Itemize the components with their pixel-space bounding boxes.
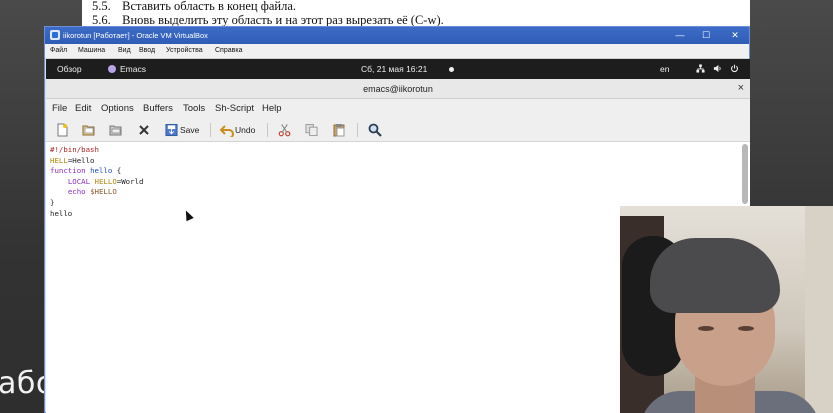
- save-button[interactable]: Save: [180, 125, 199, 135]
- power-icon[interactable]: [730, 64, 739, 73]
- volume-icon[interactable]: [713, 64, 722, 73]
- new-file-icon[interactable]: [55, 123, 69, 137]
- network-icon[interactable]: [696, 64, 705, 73]
- emacs-icon: [108, 65, 116, 73]
- vbox-menu-help[interactable]: Справка: [215, 47, 242, 54]
- code-text: =World: [116, 176, 144, 186]
- vbox-menu-devices[interactable]: Устройства: [166, 47, 203, 54]
- emacs-menu-sh-script[interactable]: Sh-Script: [215, 103, 254, 114]
- gnome-top-bar: Обзор Emacs Сб, 21 мая 16:21 en: [46, 59, 750, 79]
- vbox-menu-input[interactable]: Ввод: [139, 47, 155, 54]
- vbox-menubar: Файл Машина Вид Ввод Устройства Справка: [45, 44, 749, 59]
- webcam-eye: [698, 326, 714, 331]
- emacs-menu-tools[interactable]: Tools: [183, 103, 205, 114]
- document-line-number: 5.5.: [92, 0, 111, 13]
- app-menu-label: Emacs: [120, 64, 146, 74]
- vbox-menu-file[interactable]: Файл: [50, 47, 67, 54]
- emacs-menu-help[interactable]: Help: [262, 103, 282, 114]
- emacs-menu-buffers[interactable]: Buffers: [143, 103, 173, 114]
- search-icon[interactable]: [368, 123, 382, 137]
- document-line-text: Вновь выделить эту область и на этот раз…: [122, 13, 444, 27]
- webcam-overlay: [620, 206, 833, 413]
- vertical-scrollbar[interactable]: [742, 144, 748, 204]
- emacs-window-title: emacs@iikorotun: [363, 84, 433, 94]
- close-buffer-icon[interactable]: [138, 123, 150, 137]
- toolbar-separator: [267, 123, 268, 137]
- vbox-titlebar[interactable]: iikorotun [Работает] - Oracle VM Virtual…: [45, 27, 749, 44]
- activities-button[interactable]: Обзор: [57, 64, 82, 74]
- keyboard-layout[interactable]: en: [660, 64, 669, 74]
- emacs-menubar: File Edit Options Buffers Tools Sh-Scrip…: [46, 99, 750, 118]
- save-icon[interactable]: [165, 123, 178, 137]
- undo-icon[interactable]: [220, 123, 234, 137]
- toolbar-separator: [357, 123, 358, 137]
- cut-icon[interactable]: [278, 123, 291, 137]
- document-line-text: Вставить область в конец файла.: [122, 0, 296, 13]
- code-text: hello: [50, 208, 73, 218]
- vbox-menu-machine[interactable]: Машина: [78, 47, 105, 54]
- minimize-button[interactable]: —: [673, 29, 687, 41]
- code-text: {: [112, 166, 122, 176]
- dired-icon[interactable]: [109, 123, 123, 137]
- undo-button[interactable]: Undo: [235, 125, 255, 135]
- emacs-close-button[interactable]: ×: [738, 82, 744, 94]
- webcam-eye: [738, 326, 754, 331]
- copy-icon[interactable]: [305, 123, 318, 137]
- document-line: 5.5. Вставить область в конец файла.: [92, 0, 296, 14]
- toolbar-separator: [210, 123, 211, 137]
- app-menu[interactable]: Emacs: [108, 64, 146, 74]
- paste-icon[interactable]: [332, 123, 346, 137]
- webcam-hair: [650, 238, 780, 313]
- code-keyword: function: [50, 166, 86, 176]
- code-shebang: #!/bin/bash: [50, 145, 99, 154]
- code-variable: HELLO: [94, 176, 117, 186]
- emacs-toolbar: Save Undo: [46, 118, 750, 142]
- emacs-menu-file[interactable]: File: [52, 103, 67, 114]
- code-function-name: hello: [90, 166, 113, 176]
- vbox-menu-view[interactable]: Вид: [118, 47, 131, 54]
- close-button[interactable]: ✕: [728, 29, 742, 41]
- code-text: }: [50, 197, 55, 207]
- code-variable: HELL: [50, 155, 68, 165]
- code-editor-text[interactable]: #!/bin/bash HELL=Hello function hello { …: [50, 145, 143, 219]
- emacs-menu-options[interactable]: Options: [101, 103, 134, 114]
- code-text: =Hello: [67, 155, 95, 165]
- emacs-menu-edit[interactable]: Edit: [75, 103, 91, 114]
- code-keyword: echo: [67, 187, 86, 197]
- maximize-button[interactable]: ☐: [699, 29, 713, 41]
- open-file-icon[interactable]: [82, 123, 96, 137]
- emacs-titlebar[interactable]: emacs@iikorotun ×: [46, 79, 750, 99]
- virtualbox-logo-icon: [50, 30, 60, 40]
- code-variable: $HELLO: [90, 187, 117, 197]
- vbox-window-title: iikorotun [Работает] - Oracle VM Virtual…: [63, 31, 208, 40]
- clock[interactable]: Сб, 21 мая 16:21: [361, 64, 427, 74]
- notification-dot-icon: [449, 67, 454, 72]
- webcam-wall: [805, 206, 833, 413]
- code-keyword: LOCAL: [67, 176, 91, 186]
